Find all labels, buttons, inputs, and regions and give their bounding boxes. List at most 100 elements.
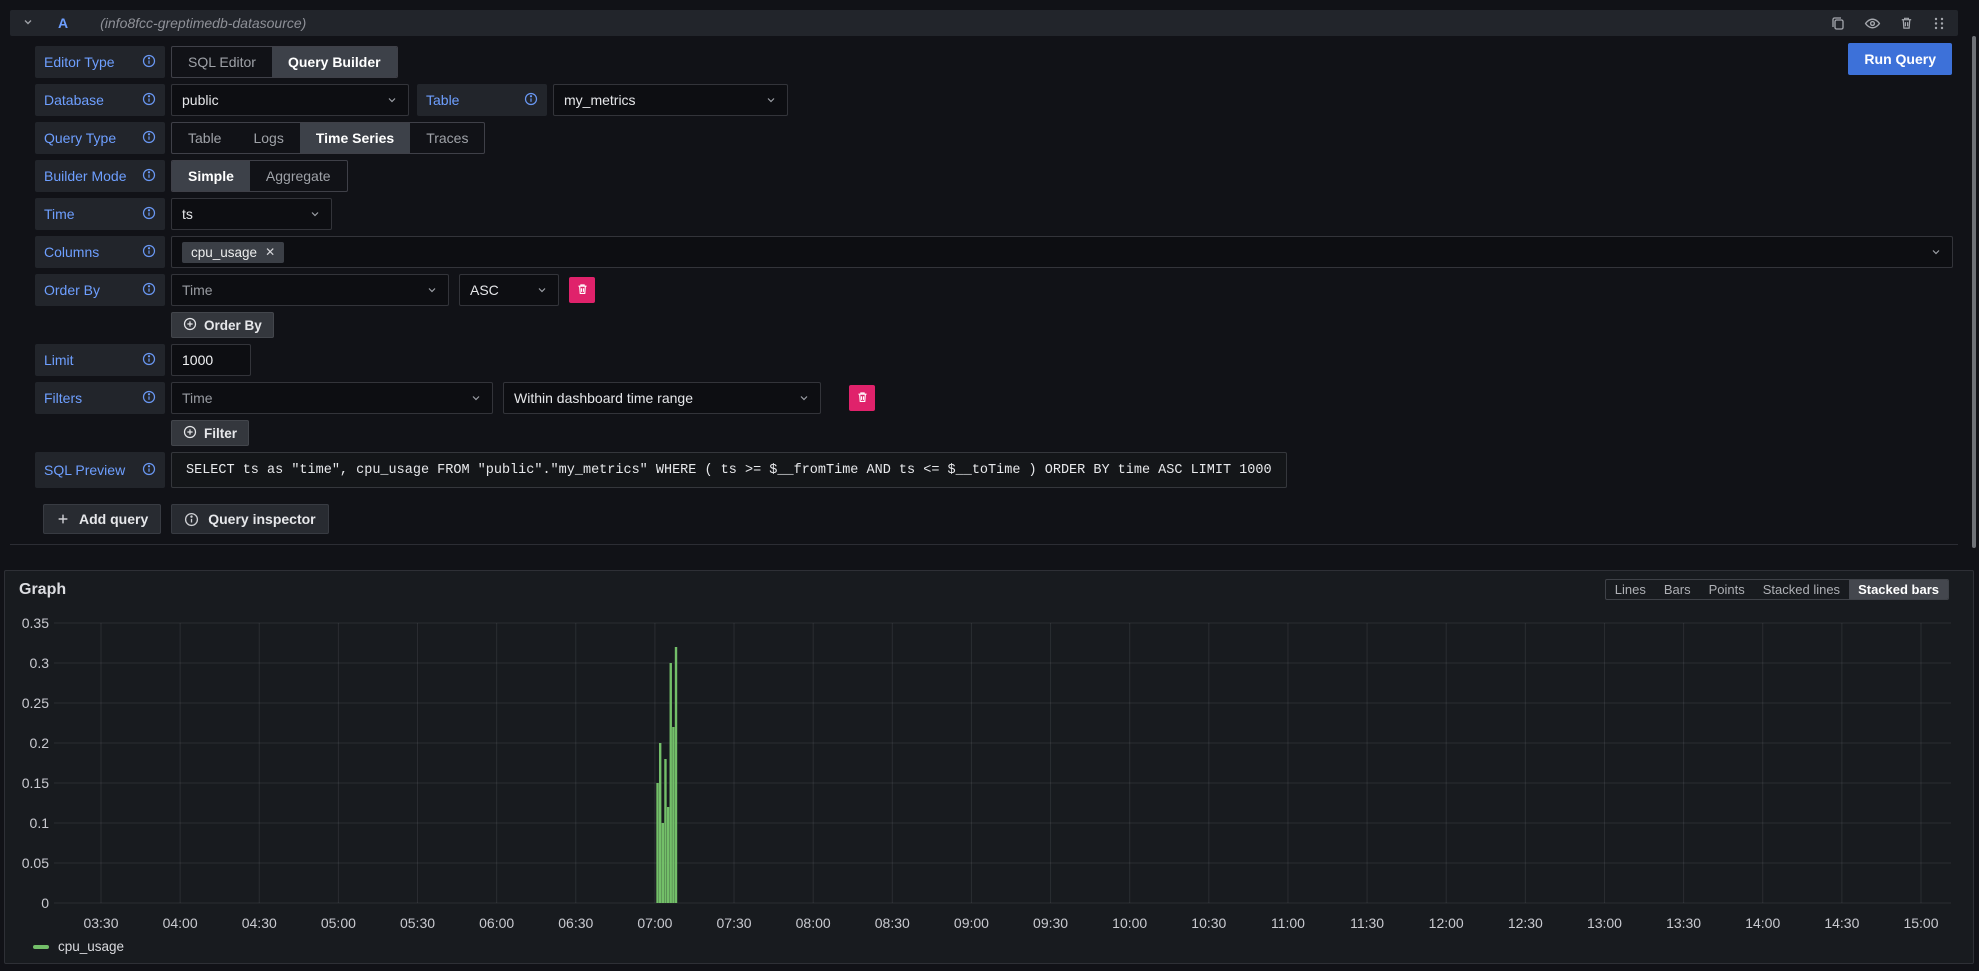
- add-filter-button[interactable]: Filter: [171, 420, 249, 446]
- info-icon[interactable]: [142, 282, 156, 299]
- svg-text:03:30: 03:30: [83, 915, 118, 931]
- query-type-time-series[interactable]: Time Series: [300, 123, 410, 153]
- editor-type-query-builder[interactable]: Query Builder: [272, 47, 397, 77]
- limit-value: 1000: [182, 352, 213, 368]
- columns-label: Columns: [44, 244, 99, 260]
- info-icon[interactable]: [142, 168, 156, 185]
- svg-text:07:30: 07:30: [717, 915, 752, 931]
- svg-text:0.25: 0.25: [22, 695, 49, 711]
- query-type-table[interactable]: Table: [172, 123, 237, 153]
- table-select[interactable]: my_metrics: [553, 84, 788, 116]
- query-ref-id: A: [58, 15, 68, 31]
- svg-text:05:00: 05:00: [321, 915, 356, 931]
- add-order-by-label: Order By: [204, 318, 262, 333]
- datasource-name: (info8fcc-greptimedb-datasource): [100, 15, 306, 31]
- query-type-label: Query Type: [44, 130, 116, 146]
- chart-legend: cpu_usage: [33, 939, 124, 954]
- add-query-button[interactable]: Add query: [43, 504, 161, 534]
- info-icon[interactable]: [142, 244, 156, 261]
- svg-text:0.05: 0.05: [22, 855, 49, 871]
- database-row: Database public Table my_metrics: [35, 84, 1958, 116]
- svg-text:10:00: 10:00: [1112, 915, 1147, 931]
- sql-preview-code: SELECT ts as "time", cpu_usage FROM "pub…: [171, 452, 1287, 488]
- remove-order-by-button[interactable]: [569, 277, 595, 303]
- filter-condition-select[interactable]: Within dashboard time range: [503, 382, 821, 414]
- filters-label-cell: Filters: [35, 382, 165, 414]
- limit-input[interactable]: 1000: [171, 344, 251, 376]
- drag-handle-icon[interactable]: [1932, 16, 1946, 31]
- chevron-down-icon: [798, 392, 810, 404]
- info-icon[interactable]: [142, 390, 156, 407]
- query-type-logs[interactable]: Logs: [237, 123, 299, 153]
- query-row-header[interactable]: A (info8fcc-greptimedb-datasource): [10, 10, 1958, 36]
- limit-row: Limit 1000: [35, 344, 1958, 376]
- remove-filter-button[interactable]: [849, 385, 875, 411]
- eye-icon[interactable]: [1864, 15, 1881, 32]
- info-icon[interactable]: [142, 462, 156, 479]
- info-icon[interactable]: [142, 54, 156, 71]
- svg-text:0.3: 0.3: [30, 655, 50, 671]
- time-label: Time: [44, 206, 75, 222]
- order-by-row: Order By Time ASC: [35, 274, 1958, 306]
- collapse-query-button[interactable]: [22, 15, 34, 31]
- info-icon[interactable]: [142, 352, 156, 369]
- svg-text:11:00: 11:00: [1271, 915, 1305, 931]
- filter-column-value: Time: [182, 390, 213, 406]
- svg-text:0.1: 0.1: [30, 815, 50, 831]
- svg-text:06:00: 06:00: [479, 915, 514, 931]
- columns-multiselect[interactable]: cpu_usage ✕: [171, 236, 1953, 268]
- svg-text:08:00: 08:00: [796, 915, 831, 931]
- svg-text:14:00: 14:00: [1745, 915, 1780, 931]
- svg-text:0.35: 0.35: [22, 615, 49, 631]
- order-by-direction-select[interactable]: ASC: [459, 274, 559, 306]
- order-by-column-value: Time: [182, 282, 213, 298]
- query-builder-form: Editor Type SQL Editor Query Builder Dat…: [10, 36, 1958, 544]
- filters-label: Filters: [44, 390, 82, 406]
- limit-label-cell: Limit: [35, 344, 165, 376]
- editor-type-label: Editor Type: [44, 54, 115, 70]
- filter-condition-value: Within dashboard time range: [514, 390, 693, 406]
- scrollbar[interactable]: [1972, 36, 1976, 548]
- trash-icon: [576, 282, 589, 299]
- svg-text:10:30: 10:30: [1191, 915, 1226, 931]
- order-by-label: Order By: [44, 282, 100, 298]
- order-by-label-cell: Order By: [35, 274, 165, 306]
- filter-column-select[interactable]: Time: [171, 382, 493, 414]
- info-icon[interactable]: [524, 92, 538, 109]
- remove-chip-icon[interactable]: ✕: [265, 245, 275, 259]
- svg-text:11:30: 11:30: [1350, 915, 1384, 931]
- builder-mode-aggregate[interactable]: Aggregate: [250, 161, 347, 191]
- duplicate-query-icon[interactable]: [1830, 15, 1846, 31]
- query-type-traces[interactable]: Traces: [410, 123, 484, 153]
- svg-text:04:30: 04:30: [242, 915, 277, 931]
- info-icon[interactable]: [142, 130, 156, 147]
- table-value: my_metrics: [564, 92, 636, 108]
- svg-text:12:30: 12:30: [1508, 915, 1543, 931]
- editor-type-sql-editor[interactable]: SQL Editor: [172, 47, 272, 77]
- chevron-down-icon: [536, 284, 548, 296]
- plus-circle-icon: [183, 425, 197, 442]
- info-icon[interactable]: [142, 92, 156, 109]
- trash-icon[interactable]: [1899, 15, 1914, 31]
- info-icon[interactable]: [142, 206, 156, 223]
- builder-mode-simple[interactable]: Simple: [172, 161, 250, 191]
- series-legend-label[interactable]: cpu_usage: [58, 939, 124, 954]
- builder-mode-row: Builder Mode Simple Aggregate: [35, 160, 1958, 192]
- svg-text:04:00: 04:00: [163, 915, 198, 931]
- time-series-chart: 00.050.10.150.20.250.30.3503:3004:0004:3…: [5, 571, 1973, 963]
- column-chip: cpu_usage ✕: [182, 242, 284, 263]
- trash-icon: [856, 390, 869, 407]
- info-circle-icon: [184, 512, 199, 527]
- plus-icon: [56, 512, 70, 526]
- builder-mode-group: Simple Aggregate: [171, 160, 348, 192]
- editor-type-label-cell: Editor Type: [35, 46, 165, 78]
- add-order-by-button[interactable]: Order By: [171, 312, 274, 338]
- order-by-column-select[interactable]: Time: [171, 274, 449, 306]
- query-inspector-button[interactable]: Query inspector: [171, 504, 328, 534]
- time-select[interactable]: ts: [171, 198, 332, 230]
- database-select[interactable]: public: [171, 84, 409, 116]
- add-order-by-row: Order By: [171, 312, 1958, 338]
- table-label-cell: Table: [417, 84, 547, 116]
- chevron-down-icon: [309, 208, 321, 220]
- svg-text:15:00: 15:00: [1903, 915, 1938, 931]
